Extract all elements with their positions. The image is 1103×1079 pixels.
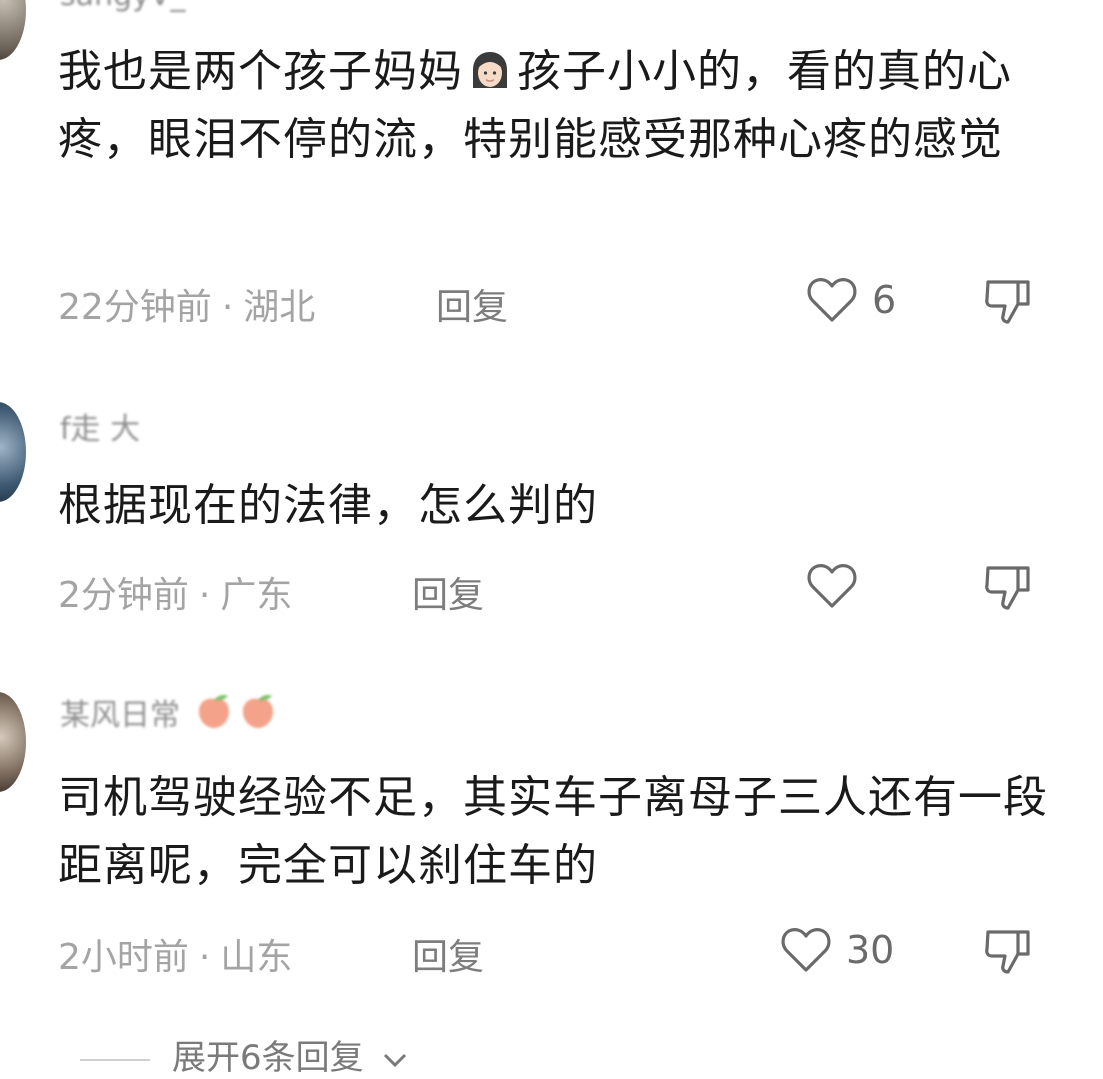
separator-dot: ·	[198, 575, 211, 616]
comment-location: 山东	[220, 937, 293, 978]
like-button[interactable]: 6	[806, 276, 896, 324]
username[interactable]: 某风日常	[60, 690, 278, 734]
thumbs-down-icon	[985, 566, 1030, 610]
comment-text-part1: 我也是两个孩子妈妈	[58, 46, 463, 97]
avatar[interactable]	[0, 0, 26, 60]
username[interactable]: sangyV_	[60, 0, 185, 13]
woman-emoji-icon	[467, 46, 513, 92]
comment-text: 根据现在的法律，怎么判的	[58, 480, 598, 531]
username-text: 某风日常	[60, 698, 180, 733]
thumbs-down-icon	[985, 930, 1030, 974]
comment-meta: 2分钟前 · 广东	[58, 566, 292, 618]
comment-time: 22分钟前	[58, 287, 212, 328]
separator-dot: ·	[221, 287, 234, 328]
like-count: 6	[872, 278, 897, 322]
comment-time: 2小时前	[58, 937, 189, 978]
heart-outline-icon	[807, 278, 857, 322]
reply-button[interactable]: 回复	[412, 566, 484, 618]
thumbs-down-icon	[985, 280, 1030, 324]
like-button[interactable]	[806, 562, 872, 610]
chevron-down-icon	[384, 1053, 407, 1067]
expand-replies-button[interactable]: 展开6条回复	[80, 1030, 408, 1079]
comment-text: 我也是两个孩子妈妈 孩子小小的，看的真的心疼，眼泪不停的流，特别能感受那种心疼的…	[58, 38, 1058, 174]
comment-time: 2分钟前	[58, 575, 189, 616]
dislike-button[interactable]	[982, 926, 1034, 980]
comment-text: 司机驾驶经验不足，其实车子离母子三人还有一段距离呢，完全可以刹住车的	[58, 772, 1048, 891]
comment-location: 广东	[220, 575, 293, 616]
username[interactable]: f走 大	[60, 404, 140, 448]
heart-outline-icon	[781, 928, 831, 972]
comment-location: 湖北	[243, 287, 316, 328]
dislike-button[interactable]	[982, 276, 1034, 330]
comment-meta: 2小时前 · 山东	[58, 928, 292, 980]
peach-emoji-icon	[194, 691, 234, 731]
avatar[interactable]	[0, 692, 26, 792]
like-count: 30	[846, 928, 895, 972]
reply-button[interactable]: 回复	[412, 928, 484, 980]
reply-button[interactable]: 回复	[436, 278, 508, 330]
peach-emoji-icon	[238, 691, 278, 731]
like-button[interactable]: 30	[780, 926, 894, 974]
divider-line	[80, 1058, 150, 1061]
expand-replies-label: 展开6条回复	[172, 1038, 364, 1078]
heart-outline-icon	[807, 564, 857, 608]
avatar[interactable]	[0, 402, 26, 502]
comment-meta: 22分钟前 · 湖北	[58, 278, 315, 330]
dislike-button[interactable]	[982, 562, 1034, 616]
separator-dot: ·	[198, 937, 211, 978]
